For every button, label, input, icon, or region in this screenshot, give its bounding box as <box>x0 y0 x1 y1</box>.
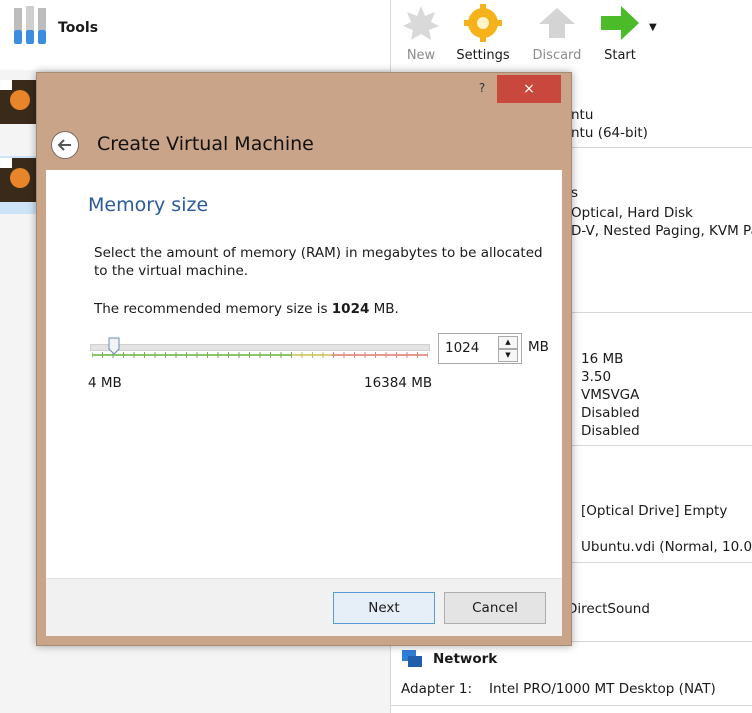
vm-os-icon <box>0 80 36 124</box>
display-remote-desktop: Disabled <box>581 405 640 421</box>
system-acceleration: D-V, Nested Paging, KVM Pa <box>571 223 752 239</box>
memory-slider-handle[interactable] <box>108 337 120 355</box>
system-text: s <box>571 185 579 201</box>
settings-button[interactable]: Settings <box>453 4 513 63</box>
general-os: ntu (64-bit) <box>571 125 648 141</box>
discard-button[interactable]: Discard <box>529 4 585 63</box>
recommend-suffix: MB. <box>369 301 399 317</box>
vm-os-icon <box>0 158 36 202</box>
new-button[interactable]: New <box>401 4 441 63</box>
network-section-title[interactable]: Network <box>433 651 497 667</box>
spin-up-button[interactable]: ▲ <box>498 336 518 349</box>
network-icon <box>402 650 422 667</box>
start-arrow-icon <box>601 6 639 40</box>
close-button[interactable]: × <box>497 75 561 103</box>
display-controller: VMSVGA <box>581 387 640 403</box>
network-adapter-label: Adapter 1: <box>401 681 472 697</box>
recommended-size-text: The recommended memory size is 1024 MB. <box>94 301 399 317</box>
gear-icon <box>464 4 502 42</box>
page-description: Select the amount of memory (RAM) in meg… <box>94 245 543 279</box>
wizard-page: Memory size Select the amount of memory … <box>46 170 562 578</box>
display-scale: 3.50 <box>581 369 612 385</box>
memory-size-input[interactable]: 1024 ▲ ▼ <box>438 333 522 364</box>
storage-disk: Ubuntu.vdi (Normal, 10.00 <box>581 539 752 555</box>
slider-min-label: 4 MB <box>88 375 122 391</box>
memory-slider-track[interactable] <box>90 344 430 351</box>
system-boot-order: Optical, Hard Disk <box>571 205 693 221</box>
display-recording: Disabled <box>581 423 640 439</box>
cancel-button[interactable]: Cancel <box>444 592 546 624</box>
tools-icon <box>14 6 46 44</box>
display-video-memory: 16 MB <box>581 351 624 367</box>
audio-driver: DirectSound <box>567 601 650 617</box>
spin-down-button[interactable]: ▼ <box>498 349 518 362</box>
dialog-footer: Next Cancel <box>46 578 562 636</box>
create-vm-dialog: ? × Create Virtual Machine Memory size S… <box>36 72 572 646</box>
help-button[interactable]: ? <box>471 77 493 99</box>
dialog-title: Create Virtual Machine <box>97 133 314 155</box>
back-arrow-icon <box>57 139 71 151</box>
start-button[interactable]: Start <box>597 4 643 63</box>
storage-optical: [Optical Drive] Empty <box>581 503 728 519</box>
network-adapter-value: Intel PRO/1000 MT Desktop (NAT) <box>489 681 716 697</box>
recommend-value: 1024 <box>331 301 370 317</box>
memory-unit-label: MB <box>528 339 549 355</box>
new-icon <box>403 6 439 40</box>
back-button[interactable] <box>51 131 79 159</box>
memory-slider-scale <box>92 352 428 358</box>
next-button[interactable]: Next <box>333 592 435 624</box>
general-name: ntu <box>571 107 594 123</box>
tools-header[interactable]: Tools <box>0 0 390 71</box>
tools-label: Tools <box>58 20 99 36</box>
main-toolbar: New Settings Discard Start ▼ <box>390 0 752 71</box>
start-dropdown-icon[interactable]: ▼ <box>649 22 657 33</box>
discard-arrow-icon <box>539 8 575 38</box>
memory-size-value: 1024 <box>445 340 480 356</box>
page-heading: Memory size <box>88 194 209 216</box>
recommend-prefix: The recommended memory size is <box>94 301 332 317</box>
slider-max-label: 16384 MB <box>364 375 433 391</box>
